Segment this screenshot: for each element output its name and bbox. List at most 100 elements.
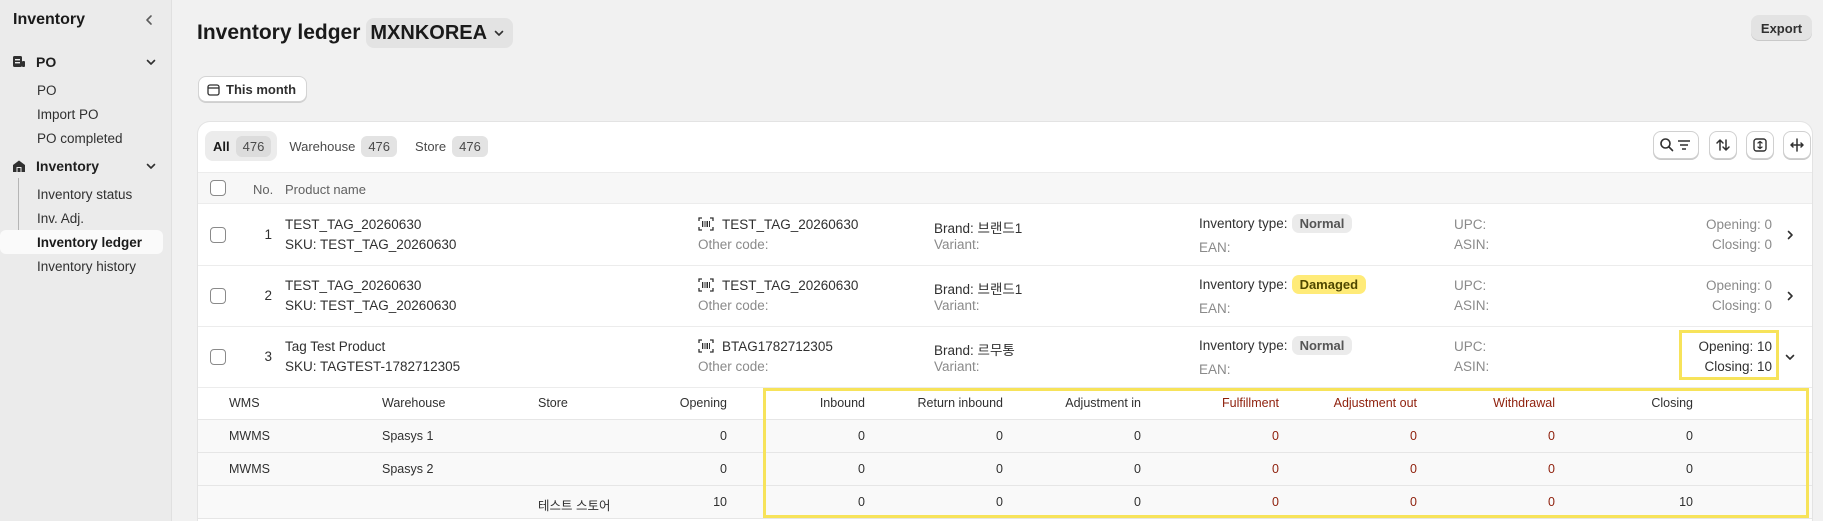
po-icon bbox=[12, 54, 28, 70]
detail-header-opening: Opening bbox=[679, 396, 727, 410]
inventory-type-label: Inventory type: bbox=[1199, 216, 1288, 231]
collapse-sidebar-button[interactable] bbox=[141, 12, 157, 28]
detail-cell-opening: 0 bbox=[720, 462, 727, 476]
sidebar-item-inventory-status[interactable]: Inventory status bbox=[0, 182, 171, 206]
row-number: 3 bbox=[264, 349, 272, 364]
detail-row: 테스트 스토어 10 0 0 0 0 0 0 10 bbox=[198, 486, 1812, 519]
move-icon bbox=[1790, 138, 1804, 152]
sidebar-item-inventory-history[interactable]: Inventory history bbox=[0, 254, 171, 278]
detail-cell-wms: MWMS bbox=[229, 429, 270, 443]
inventory-icon bbox=[12, 158, 28, 174]
chevron-down-icon bbox=[145, 160, 157, 172]
table-header: No. Product name bbox=[198, 172, 1812, 204]
tab-all[interactable]: All 476 bbox=[205, 131, 278, 161]
date-range-button[interactable]: This month bbox=[198, 76, 308, 102]
sidebar-section-label: PO bbox=[36, 54, 57, 70]
detail-cell-warehouse: Spasys 2 bbox=[382, 462, 434, 476]
detail-header-warehouse: Warehouse bbox=[382, 396, 446, 410]
search-filter-button[interactable] bbox=[1653, 131, 1699, 159]
expand-icon bbox=[1753, 138, 1767, 152]
sidebar-item-po-completed[interactable]: PO completed bbox=[0, 126, 171, 150]
detail-cell-fulfillment: 0 bbox=[1272, 462, 1279, 476]
detail-header-row: WMS Warehouse Store Opening Inbound Return in… bbox=[198, 387, 1812, 420]
asin-label: ASIN: bbox=[1454, 298, 1490, 313]
page-header: Inventory ledger MXNKOREA bbox=[197, 18, 514, 48]
sidebar-section-inventory[interactable]: Inventory bbox=[0, 154, 171, 178]
sidebar-title: Inventory bbox=[13, 11, 86, 28]
sidebar-item-import-po[interactable]: Import PO bbox=[0, 102, 171, 126]
detail-header-return-inbound: Return inbound bbox=[917, 396, 1003, 410]
detail-cell-closing: 10 bbox=[1679, 495, 1693, 509]
inventory-subnav: Inventory status Inv. Adj. Inventory led… bbox=[0, 178, 171, 278]
brand: Brand: 르무통 bbox=[934, 343, 1015, 358]
table-row[interactable]: 2 TEST_TAG_20260630 SKU: TEST_TAG_202606… bbox=[198, 266, 1812, 327]
variant-label: Variant: bbox=[934, 237, 980, 252]
closing-total: Closing: 0 bbox=[1711, 298, 1772, 313]
col-header-product: Product name bbox=[285, 182, 366, 197]
inventory-type-badge: Damaged bbox=[1291, 275, 1367, 294]
detail-header-wms: WMS bbox=[229, 396, 260, 410]
table-row[interactable]: 1 TEST_TAG_20260630 SKU: TEST_TAG_202606… bbox=[198, 205, 1812, 266]
detail-cell-inbound: 0 bbox=[858, 429, 865, 443]
chevron-right-icon[interactable] bbox=[1784, 229, 1796, 241]
upc-label: UPC: bbox=[1454, 339, 1487, 354]
sidebar-item-inventory-ledger[interactable]: Inventory ledger bbox=[0, 230, 163, 254]
inventory-type: Inventory type: Normal bbox=[1199, 336, 1353, 355]
sidebar: Inventory PO PO Import PO PO completed I… bbox=[0, 0, 172, 521]
detail-cell-fulfillment: 0 bbox=[1272, 495, 1279, 509]
detail-header-inbound: Inbound bbox=[819, 396, 865, 410]
table-row[interactable]: 3 Tag Test Product SKU: TAGTEST-17827123… bbox=[198, 327, 1812, 388]
export-button[interactable]: Export bbox=[1751, 15, 1812, 41]
opening-total: Opening: 10 bbox=[1698, 339, 1772, 354]
tab-count: 476 bbox=[452, 135, 488, 157]
upc-label: UPC: bbox=[1454, 217, 1487, 232]
detail-cell-return-inbound: 0 bbox=[996, 495, 1003, 509]
inventory-type-badge: Normal bbox=[1291, 336, 1353, 355]
sidebar-header: Inventory bbox=[0, 0, 171, 40]
opening-total: Opening: 0 bbox=[1705, 217, 1772, 232]
inventory-type-badge: Normal bbox=[1291, 214, 1353, 233]
variant-label: Variant: bbox=[934, 359, 980, 374]
product-name: Tag Test Product bbox=[285, 339, 386, 354]
detail-header-store: Store bbox=[538, 396, 568, 410]
tab-store[interactable]: Store 476 bbox=[407, 131, 494, 161]
chevron-down-icon[interactable] bbox=[1784, 351, 1796, 363]
sidebar-item-po[interactable]: PO bbox=[0, 78, 171, 102]
sidebar-section-label: Inventory bbox=[36, 158, 100, 174]
store-select[interactable]: MXNKOREA bbox=[366, 18, 514, 48]
product-sku: SKU: TEST_TAG_20260630 bbox=[285, 237, 457, 252]
sort-button[interactable] bbox=[1709, 131, 1737, 159]
expand-button[interactable] bbox=[1746, 131, 1774, 159]
detail-cell-adjustment-out: 0 bbox=[1410, 462, 1417, 476]
tab-count: 476 bbox=[361, 135, 398, 157]
other-code-label: Other code: bbox=[698, 298, 769, 313]
product-sku: SKU: TEST_TAG_20260630 bbox=[285, 298, 457, 313]
row-checkbox[interactable] bbox=[210, 349, 226, 365]
tab-warehouse[interactable]: Warehouse 476 bbox=[281, 131, 403, 161]
sort-icon bbox=[1716, 139, 1730, 151]
row-checkbox[interactable] bbox=[210, 288, 226, 304]
page-title: Inventory ledger bbox=[197, 21, 361, 44]
ean-label: EAN: bbox=[1199, 362, 1231, 377]
sidebar-item-inv-adj[interactable]: Inv. Adj. bbox=[0, 206, 171, 230]
detail-cell-adjustment-in: 0 bbox=[1134, 462, 1141, 476]
detail-cell-adjustment-in: 0 bbox=[1134, 429, 1141, 443]
ean-label: EAN: bbox=[1199, 240, 1231, 255]
chevron-down-icon bbox=[493, 27, 505, 39]
closing-total: Closing: 10 bbox=[1704, 359, 1772, 374]
select-all-checkbox[interactable] bbox=[210, 180, 226, 196]
ledger-card: All 476 Warehouse 476 Store 476 No. Product… bbox=[198, 122, 1812, 521]
ean-label: EAN: bbox=[1199, 301, 1231, 316]
chevron-right-icon[interactable] bbox=[1784, 290, 1796, 302]
detail-cell-return-inbound: 0 bbox=[996, 462, 1003, 476]
row-checkbox[interactable] bbox=[210, 227, 226, 243]
barcode-icon bbox=[698, 339, 714, 356]
detail-cell-fulfillment: 0 bbox=[1272, 429, 1279, 443]
detail-cell-adjustment-out: 0 bbox=[1410, 429, 1417, 443]
sidebar-section-po[interactable]: PO bbox=[0, 50, 171, 74]
asin-label: ASIN: bbox=[1454, 237, 1490, 252]
date-range-label: This month bbox=[226, 81, 297, 97]
move-button[interactable] bbox=[1783, 131, 1811, 159]
detail-cell-warehouse: Spasys 1 bbox=[382, 429, 434, 443]
product-name: TEST_TAG_20260630 bbox=[285, 217, 422, 232]
